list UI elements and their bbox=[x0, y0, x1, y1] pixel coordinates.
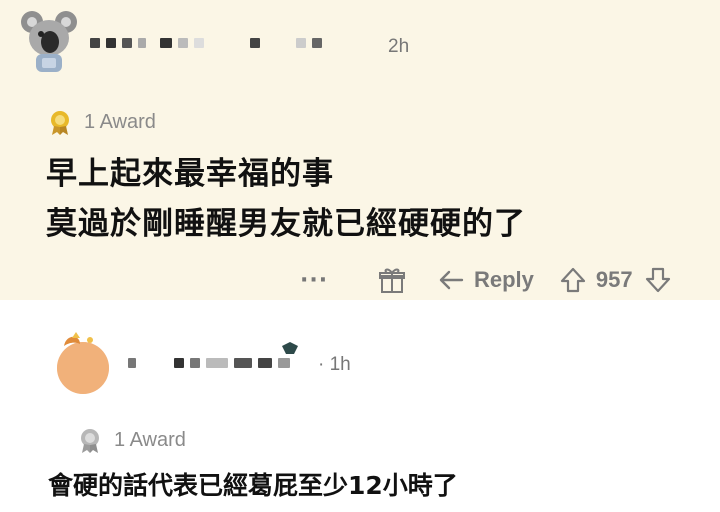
upvote-icon[interactable] bbox=[560, 266, 586, 294]
award-icon bbox=[76, 426, 104, 454]
gift-icon[interactable] bbox=[378, 266, 406, 294]
reply-author-username[interactable] bbox=[128, 358, 290, 368]
downvote-icon[interactable] bbox=[645, 266, 671, 294]
post-timestamp: 2h bbox=[388, 36, 410, 57]
post-author-avatar[interactable] bbox=[20, 8, 78, 74]
reply-author-avatar[interactable] bbox=[50, 330, 116, 396]
reply-arrow-icon bbox=[439, 270, 464, 290]
reply-award-label: 1 Award bbox=[114, 428, 186, 451]
reply-award-badge[interactable]: 1 Award bbox=[70, 422, 196, 458]
post-text-line-1: 早上起來最幸福的事 bbox=[46, 156, 334, 192]
reply-timestamp: · 1h bbox=[318, 354, 351, 375]
reply-label: Reply bbox=[474, 267, 534, 292]
award-icon bbox=[46, 108, 74, 136]
reply-button[interactable]: Reply bbox=[438, 267, 534, 293]
post-award-badge[interactable]: 1 Award bbox=[40, 104, 166, 140]
vote-count: 957 bbox=[595, 267, 633, 292]
post-award-label: 1 Award bbox=[84, 110, 156, 133]
reply-text: 會硬的話代表已經葛屁至少12小時了 bbox=[48, 471, 458, 500]
flair-icon bbox=[282, 342, 298, 354]
post-action-bar: ··· Reply 957 bbox=[300, 262, 671, 298]
post-text-line-2: 莫過於剛睡醒男友就已經硬硬的了 bbox=[46, 206, 526, 242]
post-author-username[interactable] bbox=[90, 38, 322, 48]
more-options-icon[interactable]: ··· bbox=[300, 268, 340, 293]
